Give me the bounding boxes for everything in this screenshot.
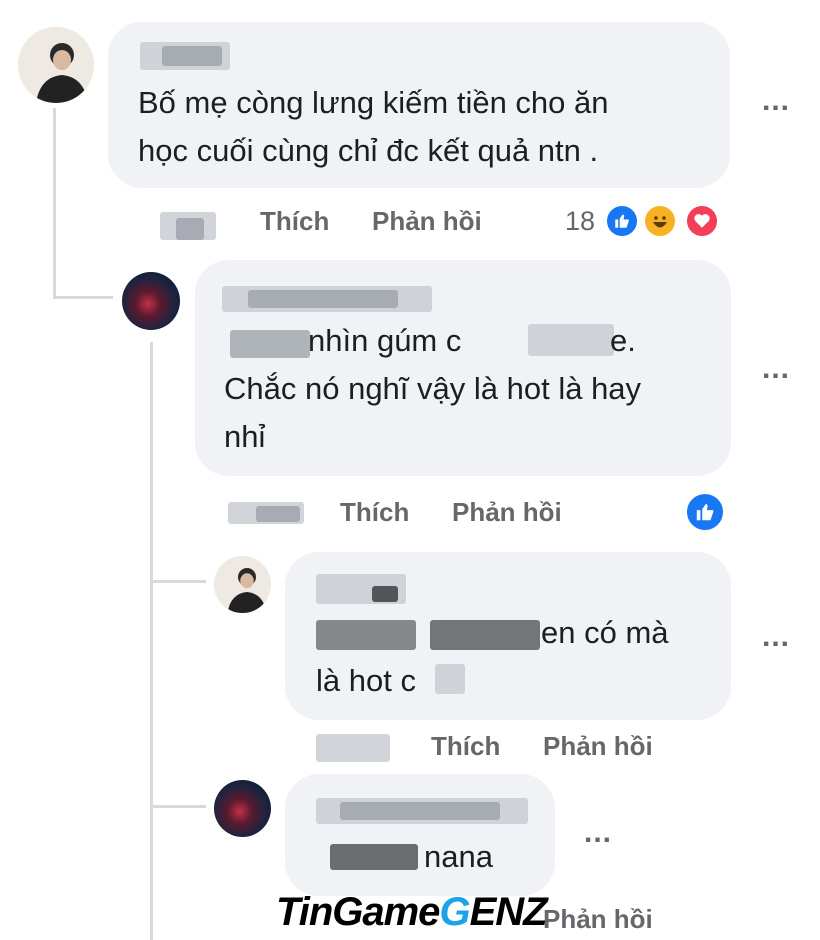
profile-photo-icon	[18, 27, 94, 103]
author-name-mask	[340, 802, 500, 820]
avatar[interactable]	[214, 556, 271, 613]
redacted-text	[330, 844, 418, 870]
watermark-logo: TinGameGENZ	[276, 890, 548, 935]
comment-text-line: là hot c	[316, 663, 416, 698]
avatar[interactable]	[122, 272, 180, 330]
reply-button[interactable]: Phản hồi	[543, 904, 653, 935]
avatar[interactable]	[18, 27, 94, 103]
like-button[interactable]: Thích	[431, 731, 500, 762]
watermark-part: ENZ	[469, 890, 548, 934]
redacted-text	[430, 620, 540, 650]
reply-button[interactable]: Phản hồi	[543, 731, 653, 762]
avatar[interactable]	[214, 780, 271, 837]
comment-text-line: e.	[610, 323, 636, 358]
more-options-icon[interactable]: ...	[584, 816, 612, 850]
thread-line-sub	[150, 342, 153, 940]
timestamp-mask	[256, 506, 300, 522]
author-name-mask	[162, 46, 222, 66]
profile-photo-icon	[214, 556, 271, 613]
comment-text-line: nhỉ	[224, 419, 266, 454]
like-button[interactable]: Thích	[340, 497, 409, 528]
redacted-text	[316, 620, 416, 650]
redacted-text	[230, 330, 310, 358]
reply-button[interactable]: Phản hồi	[452, 497, 562, 528]
comment-text-line: nhìn gúm c	[308, 323, 462, 358]
comment-text-line: nana	[424, 839, 493, 874]
more-options-icon[interactable]: ...	[762, 620, 790, 654]
timestamp-mask	[176, 218, 204, 240]
haha-icon[interactable]	[642, 203, 678, 239]
comment-text-line: Chắc nó nghĩ vậy là hot là hay	[224, 371, 642, 406]
author-name-mask	[372, 586, 398, 602]
redacted-text	[435, 664, 465, 694]
reaction-count[interactable]: 18	[565, 206, 595, 237]
comment-text-line: en có mà	[541, 615, 669, 650]
watermark-part: TinGame	[276, 890, 440, 934]
more-options-icon[interactable]: ...	[762, 84, 790, 118]
reply-button[interactable]: Phản hồi	[372, 206, 482, 237]
timestamp[interactable]	[316, 734, 390, 762]
like-icon[interactable]	[604, 203, 640, 239]
thread-curve-sub-2	[150, 805, 206, 808]
more-options-icon[interactable]: ...	[762, 352, 790, 386]
watermark-part: G	[439, 890, 470, 934]
like-button[interactable]: Thích	[260, 206, 329, 237]
like-icon[interactable]	[684, 491, 726, 533]
comment-bubble[interactable]	[285, 774, 555, 896]
thread-curve-main	[53, 296, 113, 299]
thread-curve-sub-1	[150, 580, 206, 583]
redacted-text	[528, 324, 614, 356]
comment-text-line: học cuối cùng chỉ đc kết quả ntn .	[138, 133, 599, 168]
comment-text-line: Bố mẹ còng lưng kiếm tiền cho ăn	[138, 85, 609, 120]
thread-line-main	[53, 108, 56, 298]
love-icon[interactable]	[684, 203, 720, 239]
author-name-mask	[248, 290, 398, 308]
